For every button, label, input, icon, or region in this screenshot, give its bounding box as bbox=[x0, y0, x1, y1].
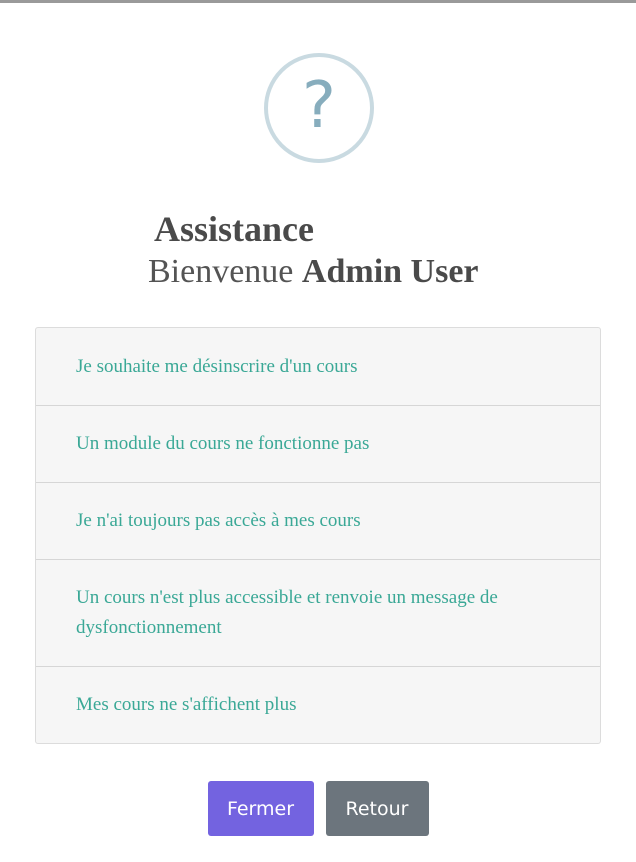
dialog-title: Assistance bbox=[154, 209, 314, 249]
welcome-prefix: Bienvenue bbox=[148, 253, 294, 290]
user-name: Admin User bbox=[301, 253, 479, 290]
question-mark-glyph: ? bbox=[302, 69, 336, 143]
dialog-footer: Fermer Retour bbox=[0, 781, 636, 836]
question-mark-icon: ? bbox=[264, 53, 374, 163]
option-no-course-access[interactable]: Je n'ai toujours pas accès à mes cours bbox=[36, 482, 600, 559]
close-button[interactable]: Fermer bbox=[207, 781, 314, 836]
option-unsubscribe-course[interactable]: Je souhaite me désinscrire d'un cours bbox=[36, 328, 600, 405]
welcome-message: Bienvenue Admin User bbox=[148, 253, 479, 291]
option-courses-not-displayed[interactable]: Mes cours ne s'affichent plus bbox=[36, 666, 600, 743]
back-button[interactable]: Retour bbox=[325, 781, 429, 836]
assistance-dialog: ? Assistance Bienvenue Admin User Je sou… bbox=[0, 0, 636, 862]
option-module-not-working[interactable]: Un module du cours ne fonctionne pas bbox=[36, 405, 600, 482]
assistance-options-list: Je souhaite me désinscrire d'un cours Un… bbox=[35, 327, 601, 744]
option-course-inaccessible[interactable]: Un cours n'est plus accessible et renvoi… bbox=[36, 559, 600, 666]
